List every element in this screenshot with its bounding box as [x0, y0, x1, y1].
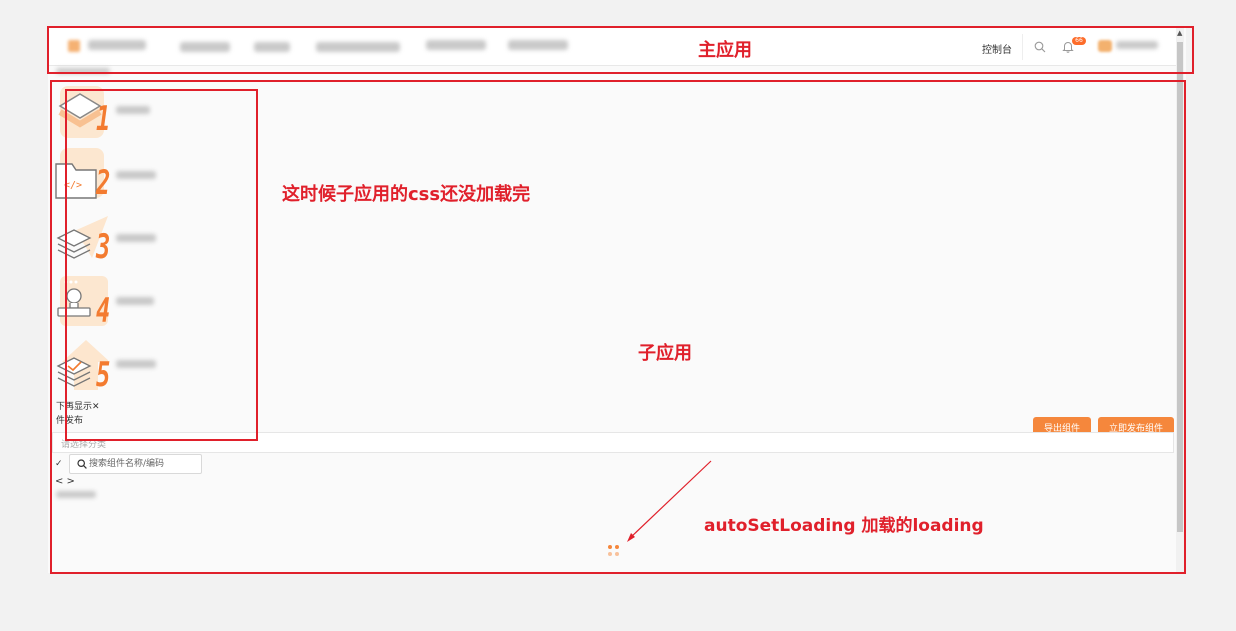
annotation-arrow: [627, 460, 712, 542]
